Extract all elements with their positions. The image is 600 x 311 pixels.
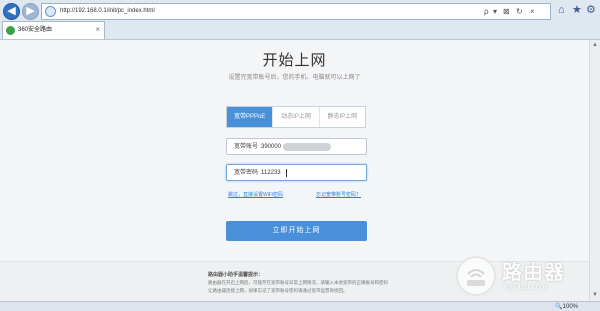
url-text: http://192.168.0.1/init/pc_index.html: [60, 8, 155, 14]
skip-wifi-link[interactable]: 跳过，直接设置WiFi密码: [228, 191, 283, 198]
favorites-icon[interactable]: ★: [572, 4, 582, 17]
scroll-down-icon[interactable]: ▼: [591, 291, 599, 299]
address-bar[interactable]: http://192.168.0.1/init/pc_index.html ρ …: [41, 3, 551, 20]
dropdown-icon[interactable]: ▾: [493, 6, 497, 17]
search-icon[interactable]: ρ: [484, 6, 489, 17]
forgot-password-link[interactable]: 忘记宽带账号密码？: [316, 191, 361, 198]
router-logo-icon: [456, 256, 496, 296]
compat-icon[interactable]: ⊠: [503, 6, 510, 17]
tab-favicon-icon: [6, 26, 15, 35]
account-field[interactable]: 宽带账号 390000: [226, 138, 367, 155]
tab-label: 360安全路由: [18, 27, 53, 33]
tips-line-2: 让路由器连接上网，如果忘记了宽带账号密码请通过宽带运营商找回。: [208, 288, 348, 293]
forward-icon: ▶: [26, 5, 35, 17]
connection-mode-tabs: 宽带PPPoE 动态IP上网 静态IP上网: [226, 106, 366, 128]
watermark: 路由器 luyouqi.com: [456, 250, 586, 300]
tab-pppoe[interactable]: 宽带PPPoE: [227, 107, 273, 127]
forward-button[interactable]: ▶: [22, 3, 39, 20]
back-button[interactable]: ◀: [3, 3, 20, 20]
home-icon[interactable]: ⌂: [558, 4, 565, 17]
start-internet-button[interactable]: 立即开始上网: [226, 221, 367, 241]
account-label: 宽带账号: [234, 144, 259, 150]
browser-tab[interactable]: 360安全路由 ×: [2, 21, 105, 39]
page-title: 开始上网: [262, 52, 327, 69]
tab-close-icon[interactable]: ×: [95, 25, 100, 35]
tab-dynamic-ip[interactable]: 动态IP上网: [272, 107, 318, 127]
browser-chrome: ◀ ▶ http://192.168.0.1/init/pc_index.htm…: [0, 0, 600, 40]
tips-title: 路由器小助手温馨提示：: [208, 272, 264, 278]
scroll-up-icon[interactable]: ▲: [591, 41, 599, 49]
settings-icon[interactable]: ⚙: [586, 4, 596, 17]
account-redacted: [283, 143, 331, 151]
password-field[interactable]: 宽带密码 112233: [226, 164, 367, 181]
text-caret: [286, 169, 287, 177]
tips-line-1: 路由器在开启上网后，可能存在宽带账号异常上网情况，请输入本地宽带的正确账号和密码: [208, 280, 388, 285]
account-value: 390000: [261, 144, 282, 150]
page-subtitle: 设置完宽带账号后，您的手机、电脑就可以上网了: [228, 75, 361, 81]
vertical-scrollbar[interactable]: ▲ ▼: [589, 40, 600, 301]
tab-static-ip[interactable]: 静态IP上网: [318, 107, 365, 127]
stop-icon[interactable]: ×: [530, 6, 535, 17]
zoom-level[interactable]: 🔍100%: [555, 303, 578, 311]
status-bar: 🔍100%: [0, 301, 600, 311]
watermark-url: luyouqi.com: [504, 282, 547, 291]
refresh-icon[interactable]: ↻: [516, 6, 523, 17]
back-icon: ◀: [7, 5, 16, 17]
password-label: 宽带密码: [234, 170, 259, 176]
password-value: 112233: [261, 170, 281, 176]
watermark-text: 路由器: [502, 262, 565, 284]
page-icon: [45, 6, 56, 17]
